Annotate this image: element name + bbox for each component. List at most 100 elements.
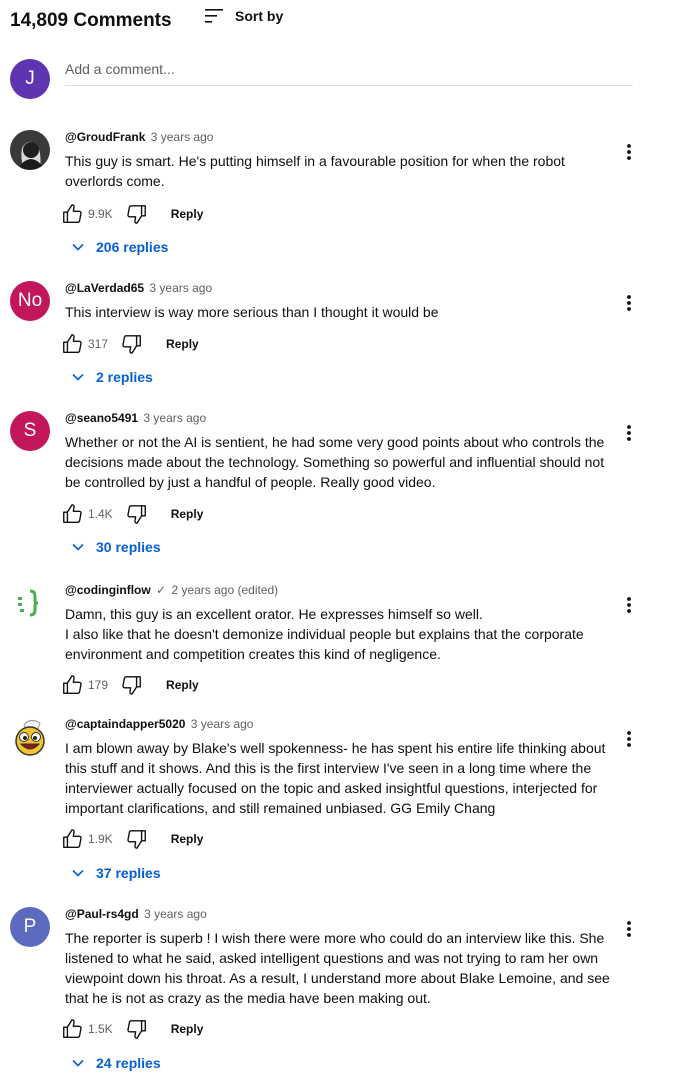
replies-count: 2 replies (96, 369, 153, 385)
avatar[interactable]: S (10, 411, 50, 451)
more-actions-button[interactable] (617, 421, 641, 445)
view-replies-button[interactable]: 2 replies (68, 365, 153, 389)
comment-time[interactable]: 3 years ago (143, 411, 206, 425)
thumbs-up-icon (63, 504, 82, 523)
dislike-button[interactable] (125, 502, 149, 526)
more-actions-button[interactable] (617, 291, 641, 315)
like-count: 1.4K (88, 507, 113, 521)
comment-time[interactable]: 3 years ago (151, 130, 214, 144)
reply-button[interactable]: Reply (171, 507, 204, 521)
sort-icon (205, 9, 223, 23)
add-comment-row: J Add a comment... (10, 59, 633, 99)
comment-author[interactable]: @codinginflow (65, 583, 151, 597)
comment-body: @LaVerdad65 3 years ago This interview i… (63, 281, 615, 354)
view-replies-button[interactable]: 24 replies (68, 1051, 161, 1075)
replies-count: 30 replies (96, 539, 161, 555)
reply-button[interactable]: Reply (171, 207, 204, 221)
comment-text: This interview is way more serious than … (65, 304, 439, 320)
comment-meta: @captaindapper5020 3 years ago (65, 717, 615, 733)
thumbs-down-icon (126, 505, 146, 524)
avatar[interactable]: P (10, 907, 50, 947)
dislike-button[interactable] (120, 673, 144, 697)
reply-button[interactable]: Reply (171, 832, 204, 846)
comment-body: @GroudFrank 3 years ago This guy is smar… (63, 130, 615, 224)
comment-meta: @codinginflow ✓ 2 years ago (edited) (65, 583, 615, 599)
like-button[interactable] (60, 502, 84, 526)
comment-meta: @Paul-rs4gd 3 years ago (65, 907, 615, 923)
comment-time[interactable]: 3 years ago (144, 907, 207, 921)
more-vert-icon (627, 425, 631, 441)
comment-text: Damn, this guy is an excellent orator. H… (65, 606, 584, 662)
like-button[interactable] (60, 673, 84, 697)
thumbs-down-icon (122, 335, 141, 354)
more-actions-button[interactable] (617, 917, 641, 941)
sort-by-label: Sort by (235, 8, 284, 24)
comments-header: 14,809 Comments (10, 8, 172, 34)
like-count: 317 (88, 337, 109, 351)
comment-text: I am blown away by Blake's well spokenne… (65, 740, 606, 816)
comment-time[interactable]: 3 years ago (191, 717, 254, 731)
avatar[interactable] (10, 583, 50, 623)
thumbs-up-icon (63, 334, 82, 353)
more-vert-icon (627, 921, 631, 937)
comment-time[interactable]: 2 years ago (edited) (171, 583, 278, 597)
reply-button[interactable]: Reply (166, 337, 199, 351)
reply-button[interactable]: Reply (171, 1022, 204, 1036)
like-button[interactable] (60, 202, 84, 226)
replies-count: 37 replies (96, 865, 161, 881)
like-button[interactable] (60, 1017, 84, 1041)
avatar-letter: P (23, 916, 37, 937)
more-vert-icon (627, 731, 631, 747)
thumbs-down-icon (126, 830, 146, 849)
comment-body: @Paul-rs4gd 3 years ago The reporter is … (63, 907, 615, 1039)
add-comment-input[interactable]: Add a comment... (65, 59, 633, 86)
dislike-button[interactable] (120, 332, 144, 356)
chevron-down-icon (72, 869, 84, 877)
like-count: 1.5K (88, 1022, 113, 1036)
like-button[interactable] (60, 827, 84, 851)
dislike-button[interactable] (125, 202, 149, 226)
comment-author[interactable]: @LaVerdad65 (65, 281, 144, 295)
more-actions-button[interactable] (617, 140, 641, 164)
smiley-captain-icon (15, 719, 45, 756)
sort-by-button[interactable]: Sort by (205, 8, 283, 24)
comment-author[interactable]: @captaindapper5020 (65, 717, 185, 731)
comment-author[interactable]: @seano5491 (65, 411, 138, 425)
comment-actions: 317 Reply (60, 332, 199, 356)
view-replies-button[interactable]: 30 replies (68, 535, 161, 559)
more-actions-button[interactable] (617, 727, 641, 751)
comment-actions: 1.4K Reply (60, 502, 203, 526)
dislike-button[interactable] (125, 1017, 149, 1041)
current-user-avatar: J (10, 59, 50, 99)
comment-count: 14,809 Comments (10, 10, 172, 31)
more-vert-icon (627, 295, 631, 311)
comment-actions: 1.9K Reply (60, 827, 203, 851)
profile-photo-icon (10, 130, 50, 170)
comment-body: @seano5491 3 years ago Whether or not th… (63, 411, 615, 524)
thumbs-down-icon (126, 205, 146, 224)
thumbs-down-icon (126, 1020, 146, 1039)
comment-meta: @GroudFrank 3 years ago (65, 130, 615, 146)
replies-count: 24 replies (96, 1055, 161, 1071)
comment-author[interactable]: @Paul-rs4gd (65, 907, 139, 921)
avatar[interactable]: No (10, 281, 50, 321)
view-replies-button[interactable]: 37 replies (68, 861, 161, 885)
thumbs-up-icon (63, 675, 82, 694)
more-actions-button[interactable] (617, 593, 641, 617)
comment-body: @codinginflow ✓ 2 years ago (edited) Dam… (63, 583, 615, 695)
more-vert-icon (627, 144, 631, 160)
comment-time[interactable]: 3 years ago (149, 281, 212, 295)
like-button[interactable] (60, 332, 84, 356)
avatar[interactable] (10, 130, 50, 170)
chevron-down-icon (72, 373, 84, 381)
comment-text: Whether or not the AI is sentient, he ha… (65, 434, 605, 490)
comment-author[interactable]: @GroudFrank (65, 130, 145, 144)
thumbs-down-icon (122, 676, 141, 695)
replies-count: 206 replies (96, 239, 169, 255)
reply-button[interactable]: Reply (166, 678, 199, 692)
avatar[interactable] (10, 717, 50, 757)
comment-meta: @seano5491 3 years ago (65, 411, 615, 427)
comment-actions: 9.9K Reply (60, 202, 203, 226)
dislike-button[interactable] (125, 827, 149, 851)
view-replies-button[interactable]: 206 replies (68, 235, 168, 259)
